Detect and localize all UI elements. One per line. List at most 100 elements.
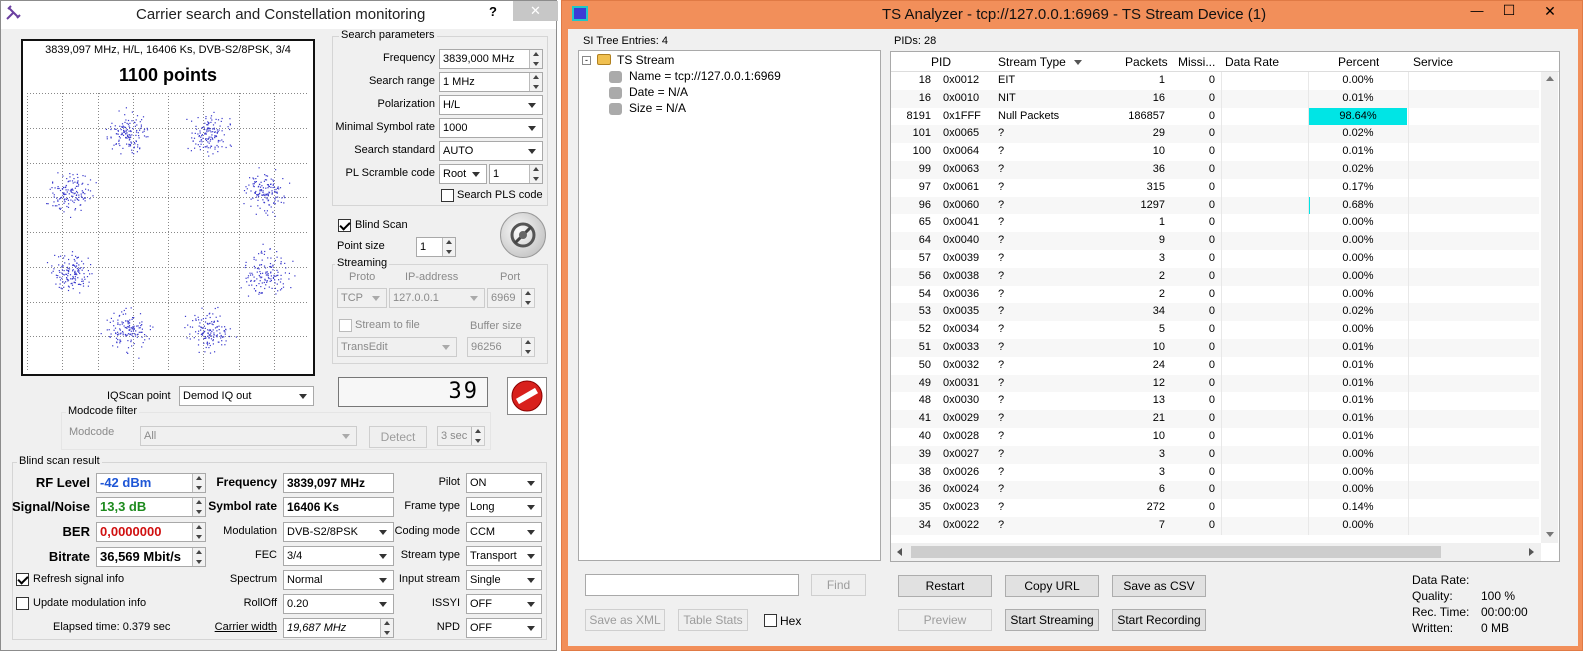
- table-cell: 18: [918, 74, 931, 86]
- table-row[interactable]: 99 0x0063? 36 0 0.02%: [891, 161, 1539, 179]
- table-cell: ?: [998, 180, 1005, 193]
- detect-button[interactable]: Detect: [369, 426, 427, 448]
- iq-scan-select[interactable]: Demod IQ out: [179, 386, 314, 406]
- detect-interval-input[interactable]: 3 sec: [437, 426, 485, 446]
- minimize-button[interactable]: —: [1462, 3, 1492, 18]
- close-button[interactable]: ✕: [513, 1, 558, 21]
- tools-icon[interactable]: [500, 212, 546, 258]
- table-row[interactable]: 16 0x0010 NIT 16 0 0.01%: [891, 89, 1539, 108]
- port-input[interactable]: 6969: [487, 288, 535, 308]
- plugin-select[interactable]: TransEdit: [337, 337, 457, 357]
- update-modulation-checkbox[interactable]: [16, 597, 29, 610]
- spectrum-select[interactable]: Normal: [283, 570, 394, 590]
- stream-to-file-checkbox[interactable]: [339, 319, 352, 332]
- find-button[interactable]: Find: [811, 574, 866, 596]
- col-stream-type[interactable]: Stream Type: [998, 55, 1066, 69]
- table-row[interactable]: 97 0x0061? 315 0 0.17%: [891, 178, 1539, 197]
- pilot-select[interactable]: ON: [466, 473, 542, 493]
- table-row[interactable]: 101 0x0065? 29 0 0.02%: [891, 125, 1539, 144]
- horizontal-scrollbar[interactable]: [891, 543, 1541, 561]
- table-row[interactable]: 18 0x0012 EIT 1 0 0.00%: [891, 72, 1539, 90]
- scroll-right-icon[interactable]: [1529, 548, 1534, 556]
- modcode-select[interactable]: All: [140, 426, 357, 446]
- col-service[interactable]: Service: [1413, 55, 1453, 69]
- search-standard-select[interactable]: AUTO: [439, 141, 543, 161]
- scroll-up-icon[interactable]: [1546, 76, 1554, 81]
- table-row[interactable]: 36 0x0024? 6 0 0.00%: [891, 481, 1539, 500]
- maximize-button[interactable]: ☐: [1494, 2, 1524, 19]
- start-streaming-button[interactable]: Start Streaming: [1005, 609, 1099, 631]
- buffer-size-input[interactable]: 96256: [467, 337, 535, 357]
- save-csv-button[interactable]: Save as CSV: [1112, 575, 1206, 597]
- table-row[interactable]: 96 0x0060? 1297 0 0.68%: [891, 196, 1539, 215]
- help-button[interactable]: ?: [489, 4, 497, 19]
- stream-type-select[interactable]: Transport: [466, 546, 542, 566]
- blind-scan-checkbox[interactable]: [338, 219, 351, 232]
- refresh-signal-checkbox[interactable]: [16, 573, 29, 586]
- rolloff-select[interactable]: 0.20: [283, 594, 394, 614]
- table-row[interactable]: 38 0x0026? 3 0 0.00%: [891, 463, 1539, 482]
- restart-button[interactable]: Restart: [898, 575, 992, 597]
- ts-close-button[interactable]: ✕: [1530, 3, 1570, 20]
- table-row[interactable]: 57 0x0039? 3 0 0.00%: [891, 250, 1539, 268]
- tree-collapse-icon[interactable]: -: [582, 56, 591, 65]
- table-row[interactable]: 100 0x0064? 10 0 0.01%: [891, 143, 1539, 161]
- table-row[interactable]: 34 0x0022? 7 0 0.00%: [891, 517, 1539, 535]
- pids-table[interactable]: PID Stream Type Packets Missi... Data Ra…: [890, 51, 1560, 562]
- input-stream-select[interactable]: Single: [466, 570, 542, 590]
- polarization-select[interactable]: H/L: [439, 95, 543, 115]
- scroll-left-icon[interactable]: [897, 548, 902, 556]
- table-row[interactable]: 51 0x0033? 10 0 0.01%: [891, 339, 1539, 357]
- hex-checkbox[interactable]: [764, 614, 777, 627]
- col-percent[interactable]: Percent: [1338, 55, 1379, 69]
- table-row[interactable]: 54 0x0036? 2 0 0.00%: [891, 285, 1539, 304]
- table-row[interactable]: 40 0x0028? 10 0 0.01%: [891, 428, 1539, 446]
- frame-type-select[interactable]: Long: [466, 497, 542, 517]
- table-row[interactable]: 49 0x0031? 12 0 0.01%: [891, 374, 1539, 393]
- pls-value-input[interactable]: 1: [489, 164, 543, 184]
- table-row[interactable]: 50 0x0032? 24 0 0.01%: [891, 356, 1539, 375]
- proto-select[interactable]: TCP: [337, 288, 387, 308]
- coding-mode-select[interactable]: CCM: [466, 522, 542, 542]
- save-xml-button[interactable]: Save as XML: [585, 609, 665, 631]
- table-stats-button[interactable]: Table Stats: [678, 609, 748, 631]
- point-size-input[interactable]: 1: [416, 237, 456, 257]
- table-row[interactable]: 35 0x0023? 272 0 0.14%: [891, 499, 1539, 517]
- search-pls-checkbox[interactable]: [441, 189, 454, 202]
- table-row[interactable]: 65 0x0041? 1 0 0.00%: [891, 214, 1539, 233]
- fec-select[interactable]: 3/4: [283, 546, 394, 566]
- col-data-rate[interactable]: Data Rate: [1225, 55, 1279, 69]
- table-row[interactable]: 52 0x0034? 5 0 0.00%: [891, 321, 1539, 339]
- table-row[interactable]: 48 0x0030? 13 0 0.01%: [891, 392, 1539, 411]
- stop-button[interactable]: [507, 377, 547, 415]
- copy-url-button[interactable]: Copy URL: [1005, 575, 1099, 597]
- issyi-select[interactable]: OFF: [466, 594, 542, 614]
- min-symbol-rate-select[interactable]: 1000: [439, 118, 543, 138]
- table-row[interactable]: 8191 0x1FFF Null Packets 186857 0 98.64%: [891, 107, 1539, 126]
- start-recording-button[interactable]: Start Recording: [1112, 609, 1206, 631]
- table-row[interactable]: 64 0x0040? 9 0 0.00%: [891, 232, 1539, 250]
- tree-root[interactable]: TS Stream: [617, 53, 674, 67]
- search-range-input[interactable]: 1 MHz: [439, 72, 543, 92]
- find-input[interactable]: [585, 574, 799, 596]
- pls-mode-select[interactable]: Root: [439, 164, 487, 184]
- table-row[interactable]: 39 0x0027? 3 0 0.00%: [891, 445, 1539, 464]
- npd-select[interactable]: OFF: [466, 618, 542, 638]
- frequency-input[interactable]: 3839,000 MHz: [439, 49, 543, 69]
- table-cell: ?: [998, 341, 1005, 353]
- table-row[interactable]: 41 0x0029? 21 0 0.01%: [891, 410, 1539, 428]
- col-packets[interactable]: Packets: [1125, 55, 1168, 69]
- scroll-thumb[interactable]: [911, 546, 1441, 558]
- preview-button[interactable]: Preview: [898, 609, 992, 631]
- scroll-down-icon[interactable]: [1546, 532, 1554, 537]
- table-row[interactable]: 56 0x0038? 2 0 0.00%: [891, 267, 1539, 286]
- table-row[interactable]: 53 0x0035? 34 0 0.02%: [891, 303, 1539, 322]
- col-pid[interactable]: PID: [931, 55, 951, 69]
- modulation-select[interactable]: DVB-S2/8PSK: [283, 522, 394, 542]
- modcode-label: Modcode: [69, 426, 115, 438]
- vertical-scrollbar[interactable]: [1541, 72, 1558, 543]
- ip-select[interactable]: 127.0.0.1: [389, 288, 485, 308]
- col-missing[interactable]: Missi...: [1178, 55, 1215, 69]
- si-tree[interactable]: - TS Stream Name = tcp://127.0.0.1:6969 …: [578, 50, 881, 561]
- table-cell: ?: [998, 145, 1005, 158]
